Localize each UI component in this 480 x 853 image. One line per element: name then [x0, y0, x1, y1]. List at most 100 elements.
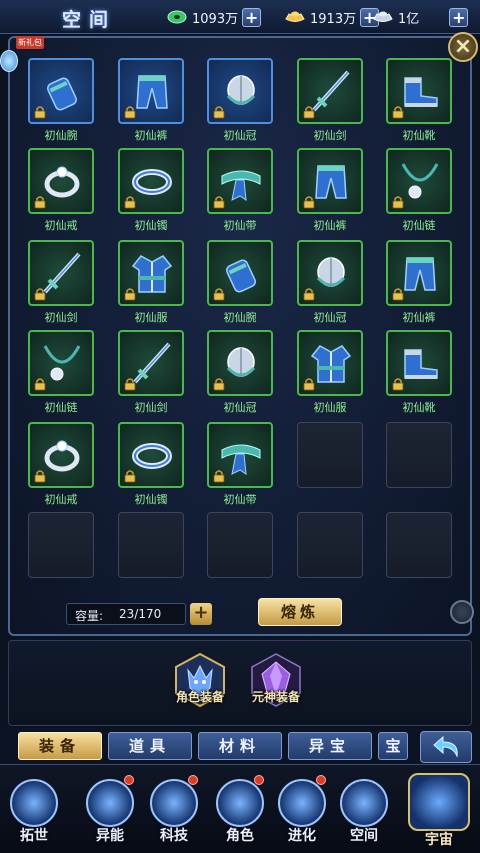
nav-universe-label: 宇宙 [425, 832, 453, 848]
item-name: 初仙腕 [223, 311, 257, 324]
lock-icon [124, 196, 136, 209]
notification-badge [254, 775, 264, 785]
item-name: 初仙服 [313, 401, 347, 414]
empty-slot[interactable] [297, 512, 363, 578]
empty-slot[interactable] [28, 512, 94, 578]
inventory-slot[interactable] [297, 58, 363, 124]
inventory-slot[interactable] [386, 148, 452, 214]
tech-icon [150, 779, 198, 827]
lock-icon [392, 378, 404, 391]
lock-icon [213, 288, 225, 301]
nav-universe[interactable]: 宇宙 [404, 767, 474, 851]
lock-icon [124, 378, 136, 391]
gold-value: 1913万 [310, 11, 357, 27]
item-name: 初仙带 [223, 493, 257, 506]
item-name: 初仙冠 [313, 311, 347, 324]
lock-icon [392, 288, 404, 301]
inventory-slot[interactable] [118, 330, 184, 396]
nav-character-label: 角色 [226, 828, 254, 844]
item-name: 初仙裤 [313, 219, 347, 232]
inventory-slot[interactable] [28, 58, 94, 124]
spirit-equip-label: 元神装备 [251, 690, 300, 704]
inventory-slot[interactable] [118, 422, 184, 488]
nav-tech-label: 科技 [160, 828, 188, 844]
scroll-knob[interactable] [450, 600, 474, 624]
inventory-slot[interactable] [386, 240, 452, 306]
notification-badge [124, 775, 134, 785]
category-tabs: 装备 道具 材料 异宝 宝 [0, 728, 480, 764]
nav-expedition[interactable]: 拓世 [4, 775, 64, 851]
item-name: 初仙服 [134, 311, 168, 324]
item-name: 初仙裤 [134, 129, 168, 142]
expand-capacity-button[interactable]: + [190, 603, 212, 625]
gold-ingot-icon [285, 11, 305, 22]
item-name: 初仙剑 [313, 129, 347, 142]
nav-tech[interactable]: 科技 [144, 775, 204, 851]
inventory-slot[interactable] [207, 330, 273, 396]
empty-slot[interactable] [118, 512, 184, 578]
inventory-slot[interactable] [207, 422, 273, 488]
item-name: 初仙镯 [134, 493, 168, 506]
inventory-slot[interactable] [207, 240, 273, 306]
lock-icon [303, 288, 315, 301]
empty-slot[interactable] [386, 422, 452, 488]
inventory-slot[interactable] [386, 330, 452, 396]
add-silver-button[interactable]: + [449, 7, 469, 27]
item-name: 初仙链 [402, 219, 436, 232]
item-name: 初仙腕 [44, 129, 78, 142]
empty-slot[interactable] [207, 512, 273, 578]
inventory-slot[interactable] [386, 58, 452, 124]
inventory-slot[interactable] [28, 330, 94, 396]
page-title: 空间 [62, 9, 117, 31]
smelt-button[interactable]: 熔炼 [258, 598, 342, 626]
inventory-slot[interactable] [207, 58, 273, 124]
item-name: 初仙剑 [44, 311, 78, 324]
lock-icon [303, 106, 315, 119]
lock-icon [392, 196, 404, 209]
item-name: 初仙戒 [44, 493, 78, 506]
lock-icon [124, 470, 136, 483]
nav-space[interactable]: 空间 [334, 775, 394, 851]
item-name: 初仙链 [44, 401, 78, 414]
equip-set-area [8, 640, 472, 726]
nav-evolution[interactable]: 进化 [272, 775, 332, 851]
inventory-slot[interactable] [297, 240, 363, 306]
capacity-display: 容量: 23/170 [66, 603, 186, 625]
notification-badge [316, 775, 326, 785]
inventory-slot[interactable] [118, 148, 184, 214]
inventory-slot[interactable] [28, 148, 94, 214]
inventory-slot[interactable] [297, 330, 363, 396]
nav-expedition-label: 拓世 [20, 828, 48, 844]
nav-character[interactable]: 角色 [210, 775, 270, 851]
lock-icon [34, 470, 46, 483]
inventory-slot[interactable] [297, 148, 363, 214]
inventory-slot[interactable] [28, 422, 94, 488]
close-button[interactable]: × [448, 32, 478, 62]
inventory-slot[interactable] [207, 148, 273, 214]
silver-resource: 1亿 + [372, 6, 469, 28]
inventory-slot[interactable] [118, 58, 184, 124]
lock-icon [124, 106, 136, 119]
item-name: 初仙冠 [223, 129, 257, 142]
back-arrow-icon [433, 736, 458, 758]
jade-resource: 1093万 + [166, 6, 262, 28]
back-button[interactable] [420, 731, 472, 763]
tab-items[interactable]: 道具 [108, 732, 192, 760]
tab-materials[interactable]: 材料 [198, 732, 282, 760]
nav-evolution-label: 进化 [288, 828, 316, 844]
ability-icon [86, 779, 134, 827]
tab-more[interactable]: 宝 [378, 732, 408, 760]
inventory-slot[interactable] [28, 240, 94, 306]
evolution-icon [278, 779, 326, 827]
capacity-value: 23/170 [119, 607, 162, 621]
inventory-slot[interactable] [118, 240, 184, 306]
empty-slot[interactable] [297, 422, 363, 488]
capacity-label: 容量: [75, 609, 104, 623]
empty-slot[interactable] [386, 512, 452, 578]
gift-orb-icon [0, 50, 18, 72]
tab-equipment[interactable]: 装备 [18, 732, 102, 760]
add-jade-button[interactable]: + [242, 7, 262, 27]
nav-ability[interactable]: 异能 [80, 775, 140, 851]
tab-treasures[interactable]: 异宝 [288, 732, 372, 760]
item-name: 初仙冠 [223, 401, 257, 414]
